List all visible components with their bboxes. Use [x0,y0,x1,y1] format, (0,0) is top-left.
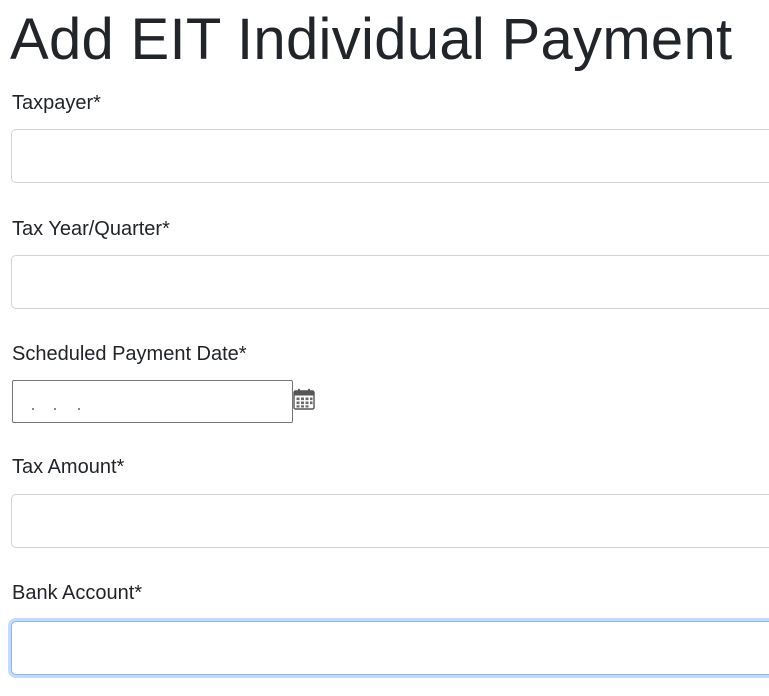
bank-account-input[interactable] [11,621,769,675]
calendar-icon[interactable] [293,388,315,410]
taxpayer-label: Taxpayer* [12,92,101,114]
tax-year-quarter-input[interactable] [11,255,769,309]
scheduled-payment-date-input[interactable] [12,380,293,423]
taxpayer-input[interactable] [11,129,769,183]
tax-amount-label: Tax Amount* [12,456,125,478]
scheduled-payment-date-label: Scheduled Payment Date* [12,343,247,365]
date-input-mask [32,408,92,412]
bank-account-label: Bank Account* [12,582,143,604]
add-payment-page: Add EIT Individual Payment Taxpayer* Tax… [0,0,769,696]
tax-year-quarter-label: Tax Year/Quarter* [12,218,170,240]
page-title: Add EIT Individual Payment [10,7,733,72]
tax-amount-input[interactable] [11,494,769,548]
